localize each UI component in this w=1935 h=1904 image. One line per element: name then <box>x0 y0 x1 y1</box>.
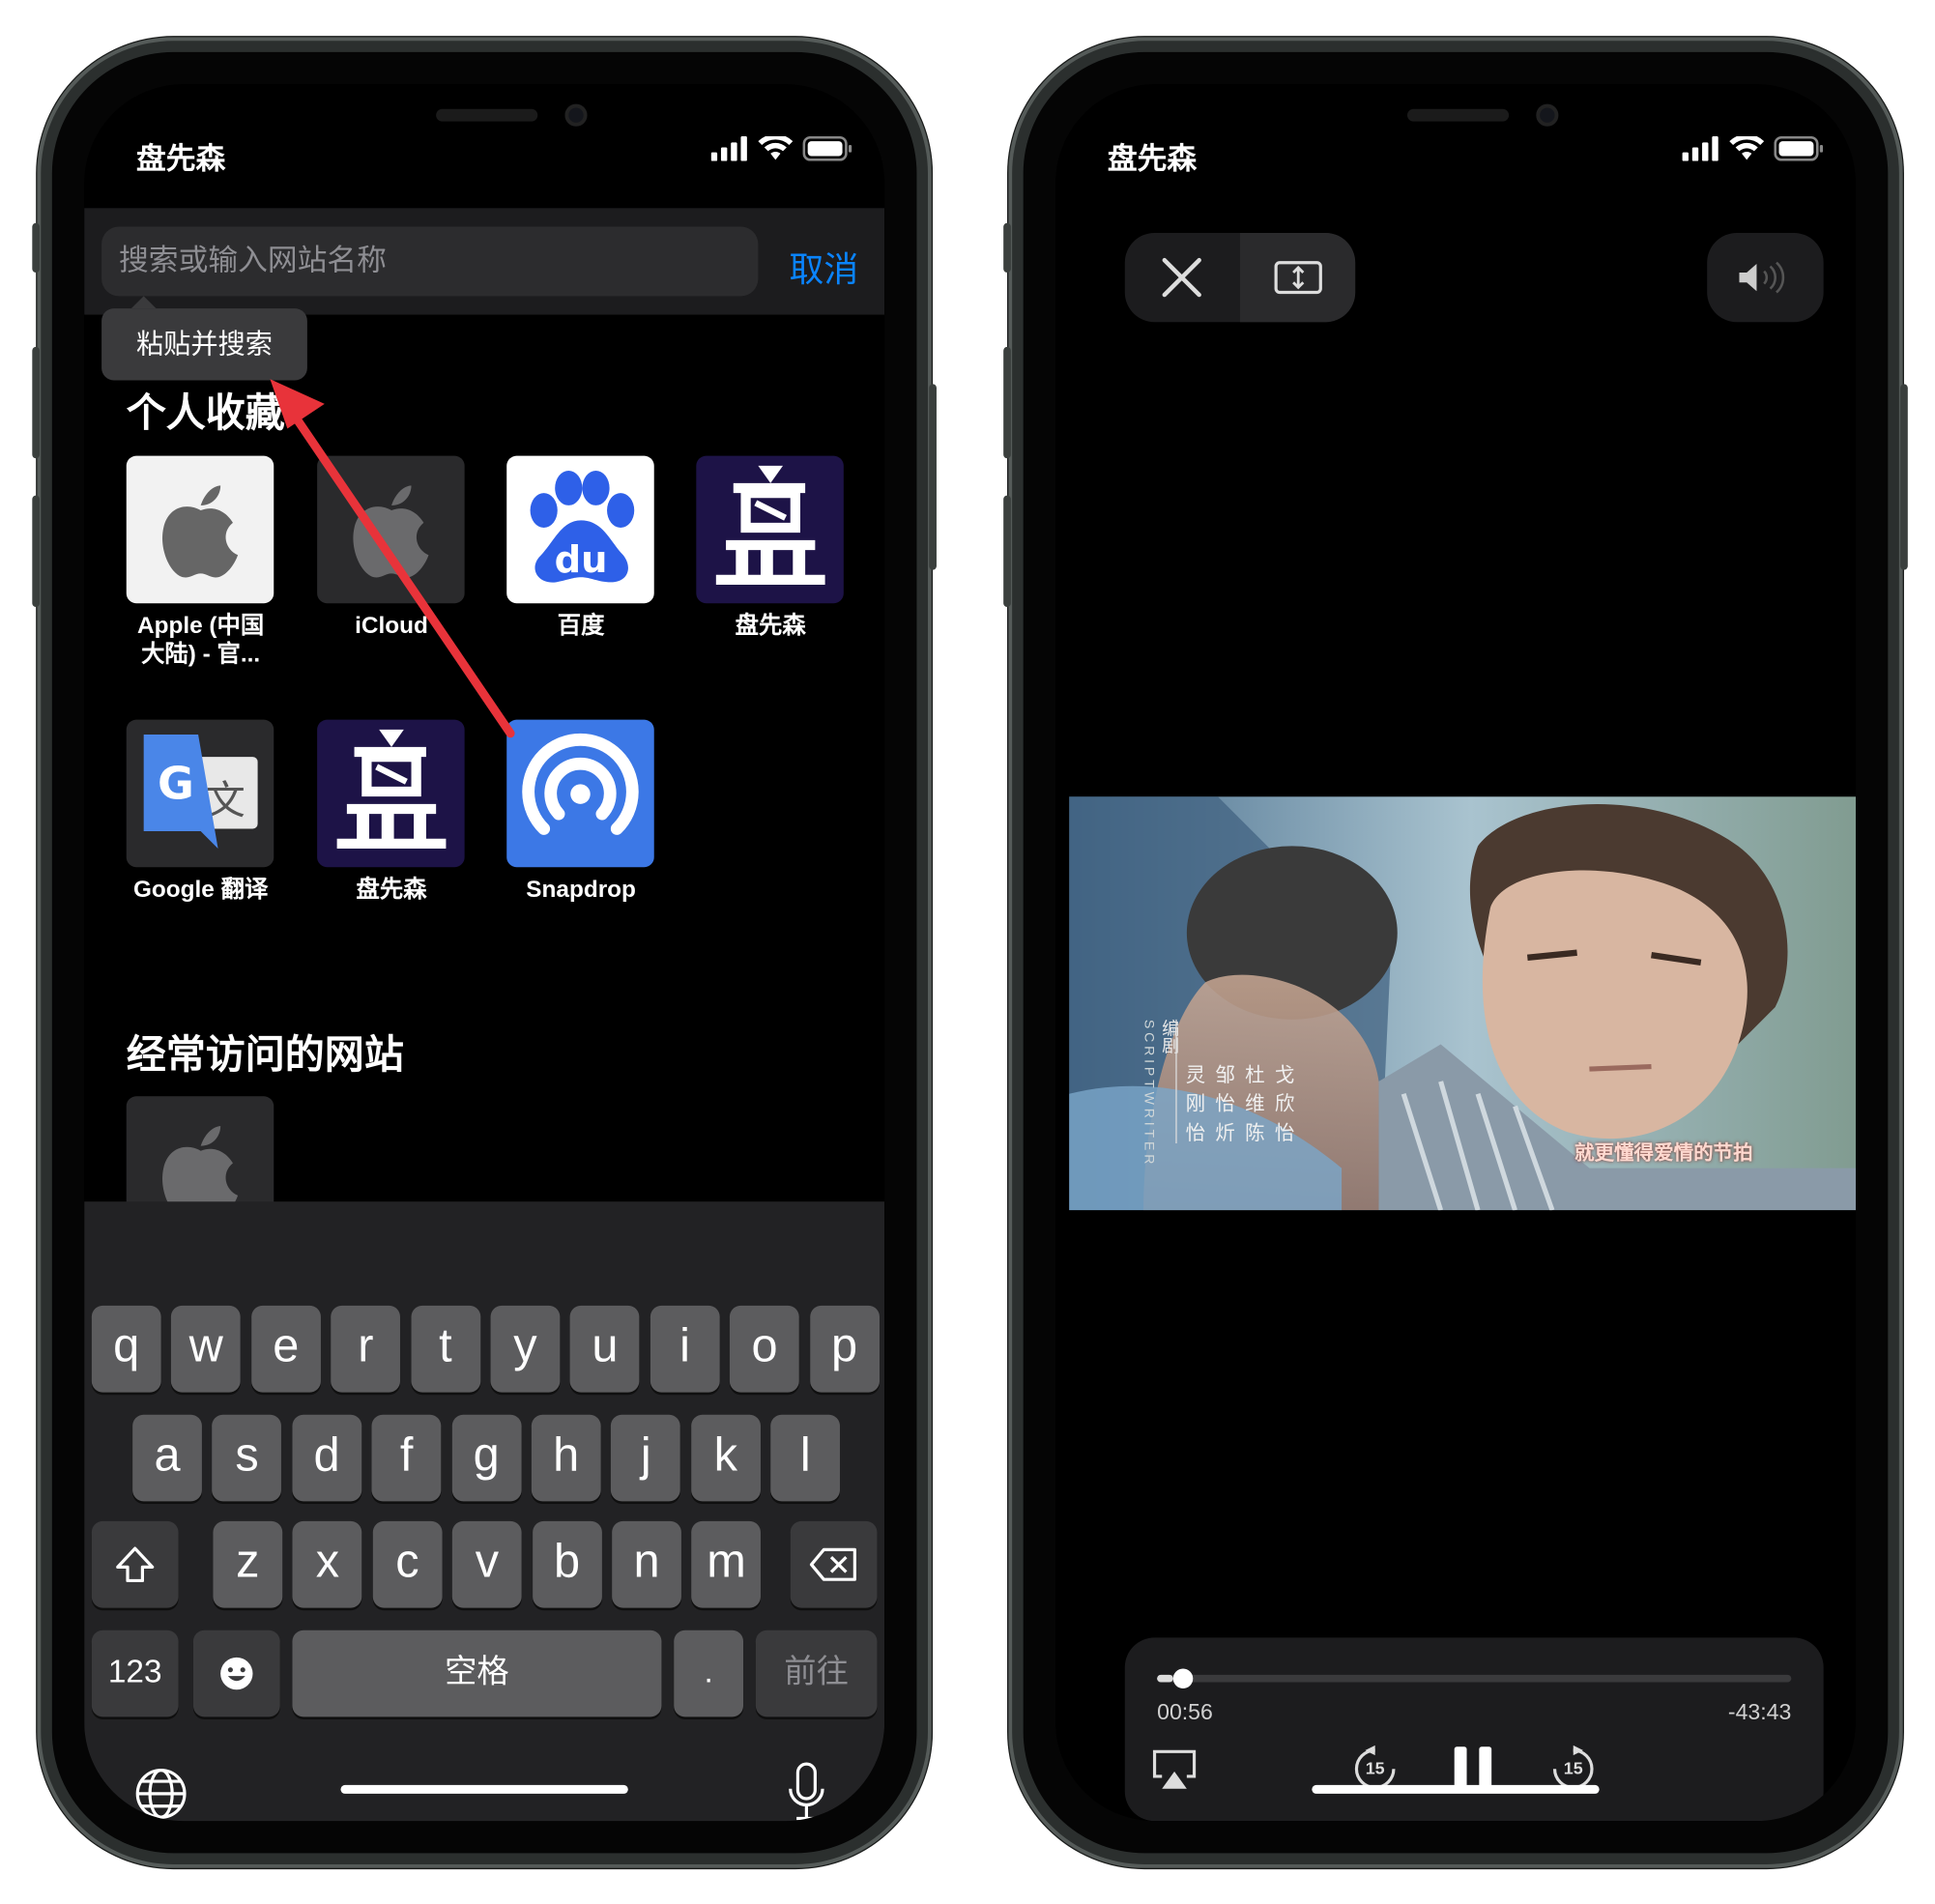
home-indicator[interactable] <box>1312 1784 1600 1794</box>
close-icon[interactable] <box>1160 255 1204 300</box>
resize-icon[interactable] <box>1274 260 1323 295</box>
keyboard: qwertyuiop asdfghjkl zxcvbnm 123 空格 . 前往 <box>84 1201 885 1822</box>
key-a[interactable]: a <box>132 1414 202 1502</box>
delete-icon <box>809 1547 856 1581</box>
remaining-time: -43:43 <box>1727 1699 1792 1725</box>
credits-scriptwriter: SCRIPTWRITER <box>1141 1019 1156 1168</box>
key-d[interactable]: d <box>292 1414 361 1502</box>
key-c[interactable]: c <box>372 1520 443 1608</box>
status-bar: 盘先森 <box>84 133 884 176</box>
key-m[interactable]: m <box>691 1520 762 1608</box>
key-l[interactable]: l <box>770 1414 841 1502</box>
space-key[interactable]: 空格 <box>292 1630 662 1717</box>
home-indicator[interactable] <box>340 1784 628 1794</box>
key-s[interactable]: s <box>212 1414 282 1502</box>
numbers-key[interactable]: 123 <box>91 1630 179 1717</box>
emoji-icon <box>220 1657 253 1690</box>
wifi-icon <box>758 135 794 160</box>
progress-track[interactable] <box>1157 1668 1792 1688</box>
left-phone: 盘先森 搜索或输入网站名称 取消 粘贴并搜索 个人收藏 Apple (中国 大陆) <box>32 37 937 1868</box>
globe-icon[interactable] <box>133 1767 188 1821</box>
delete-key[interactable] <box>790 1520 878 1608</box>
elapsed-time: 00:56 <box>1157 1699 1213 1725</box>
carrier-label: 盘先森 <box>135 142 226 177</box>
key-t[interactable]: t <box>411 1305 480 1393</box>
key-b[interactable]: b <box>532 1520 602 1608</box>
microphone-icon[interactable] <box>786 1762 828 1822</box>
frequent-title: 经常访问的网站 <box>126 1031 404 1077</box>
emoji-key[interactable] <box>192 1630 280 1717</box>
key-q[interactable]: q <box>91 1305 161 1393</box>
key-r[interactable]: r <box>331 1305 401 1393</box>
battery-icon <box>802 135 852 161</box>
right-phone: 盘先森 SCRIPTWRITER 编剧 戈 杜 邹 灵 欣 维 怡 刚 怡 陈 … <box>1003 37 1908 1868</box>
carrier-label: 盘先森 <box>1107 142 1198 177</box>
wifi-icon <box>1729 135 1765 160</box>
key-i[interactable]: i <box>650 1305 720 1393</box>
key-x[interactable]: x <box>292 1520 362 1608</box>
period-key[interactable]: . <box>674 1630 744 1717</box>
key-e[interactable]: e <box>250 1305 321 1393</box>
key-n[interactable]: n <box>612 1520 681 1608</box>
key-u[interactable]: u <box>570 1305 640 1393</box>
credits-role: 编剧 <box>1160 1019 1181 1054</box>
key-p[interactable]: p <box>809 1305 880 1393</box>
speaker-icon <box>1739 261 1785 294</box>
key-j[interactable]: j <box>611 1414 681 1502</box>
video-frame[interactable]: SCRIPTWRITER 编剧 戈杜邹灵 欣维怡刚 怡陈炘怡 就更懂得爱情的节拍 <box>1069 796 1856 1211</box>
video-subtitle: 就更懂得爱情的节拍 <box>1574 1143 1753 1165</box>
shift-key[interactable] <box>91 1520 179 1608</box>
battery-icon <box>1774 135 1824 161</box>
key-v[interactable]: v <box>452 1520 522 1608</box>
player-top-controls <box>1124 232 1356 323</box>
credits-names: 戈杜邹灵 欣维怡刚 怡陈炘怡 <box>1185 1065 1295 1144</box>
key-y[interactable]: y <box>490 1305 561 1393</box>
status-bar: 盘先森 <box>1055 133 1856 176</box>
key-g[interactable]: g <box>451 1414 522 1502</box>
signal-icon <box>1682 135 1718 161</box>
go-key[interactable]: 前往 <box>755 1630 878 1717</box>
airplay-icon[interactable] <box>1152 1749 1197 1792</box>
progress-knob[interactable] <box>1172 1668 1194 1688</box>
key-z[interactable]: z <box>213 1520 283 1608</box>
volume-button[interactable] <box>1707 232 1824 323</box>
key-o[interactable]: o <box>730 1305 799 1393</box>
shift-icon <box>116 1546 155 1583</box>
key-k[interactable]: k <box>690 1414 761 1502</box>
annotation-arrow <box>270 379 515 738</box>
right-screen: 盘先森 SCRIPTWRITER 编剧 戈 杜 邹 灵 欣 维 怡 刚 怡 陈 … <box>1055 84 1856 1822</box>
key-f[interactable]: f <box>371 1414 442 1502</box>
key-w[interactable]: w <box>171 1305 242 1393</box>
left-screen: 盘先森 搜索或输入网站名称 取消 粘贴并搜索 个人收藏 Apple (中国 大陆) <box>84 84 885 1822</box>
signal-icon <box>710 135 747 161</box>
key-h[interactable]: h <box>531 1414 601 1502</box>
